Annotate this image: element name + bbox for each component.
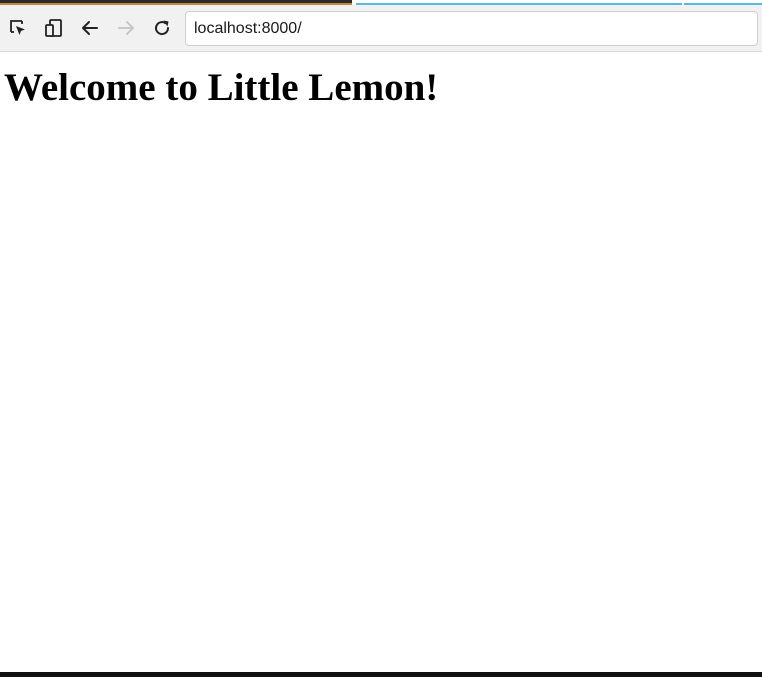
address-bar[interactable] — [185, 11, 758, 46]
forward-button[interactable] — [112, 14, 140, 42]
browser-toolbar — [0, 5, 762, 52]
reload-button[interactable] — [148, 14, 176, 42]
page-heading: Welcome to Little Lemon! — [4, 66, 439, 109]
back-button[interactable] — [76, 14, 104, 42]
bottom-edge — [0, 672, 762, 677]
inspect-element-button[interactable] — [4, 14, 32, 42]
back-arrow-icon — [80, 18, 100, 38]
page-viewport: Welcome to Little Lemon! — [0, 52, 762, 672]
inspect-element-icon — [8, 18, 28, 38]
reload-icon — [152, 18, 172, 38]
device-toggle-button[interactable] — [40, 14, 68, 42]
device-toggle-icon — [44, 18, 64, 38]
forward-arrow-icon — [116, 18, 136, 38]
url-input[interactable] — [194, 19, 757, 38]
